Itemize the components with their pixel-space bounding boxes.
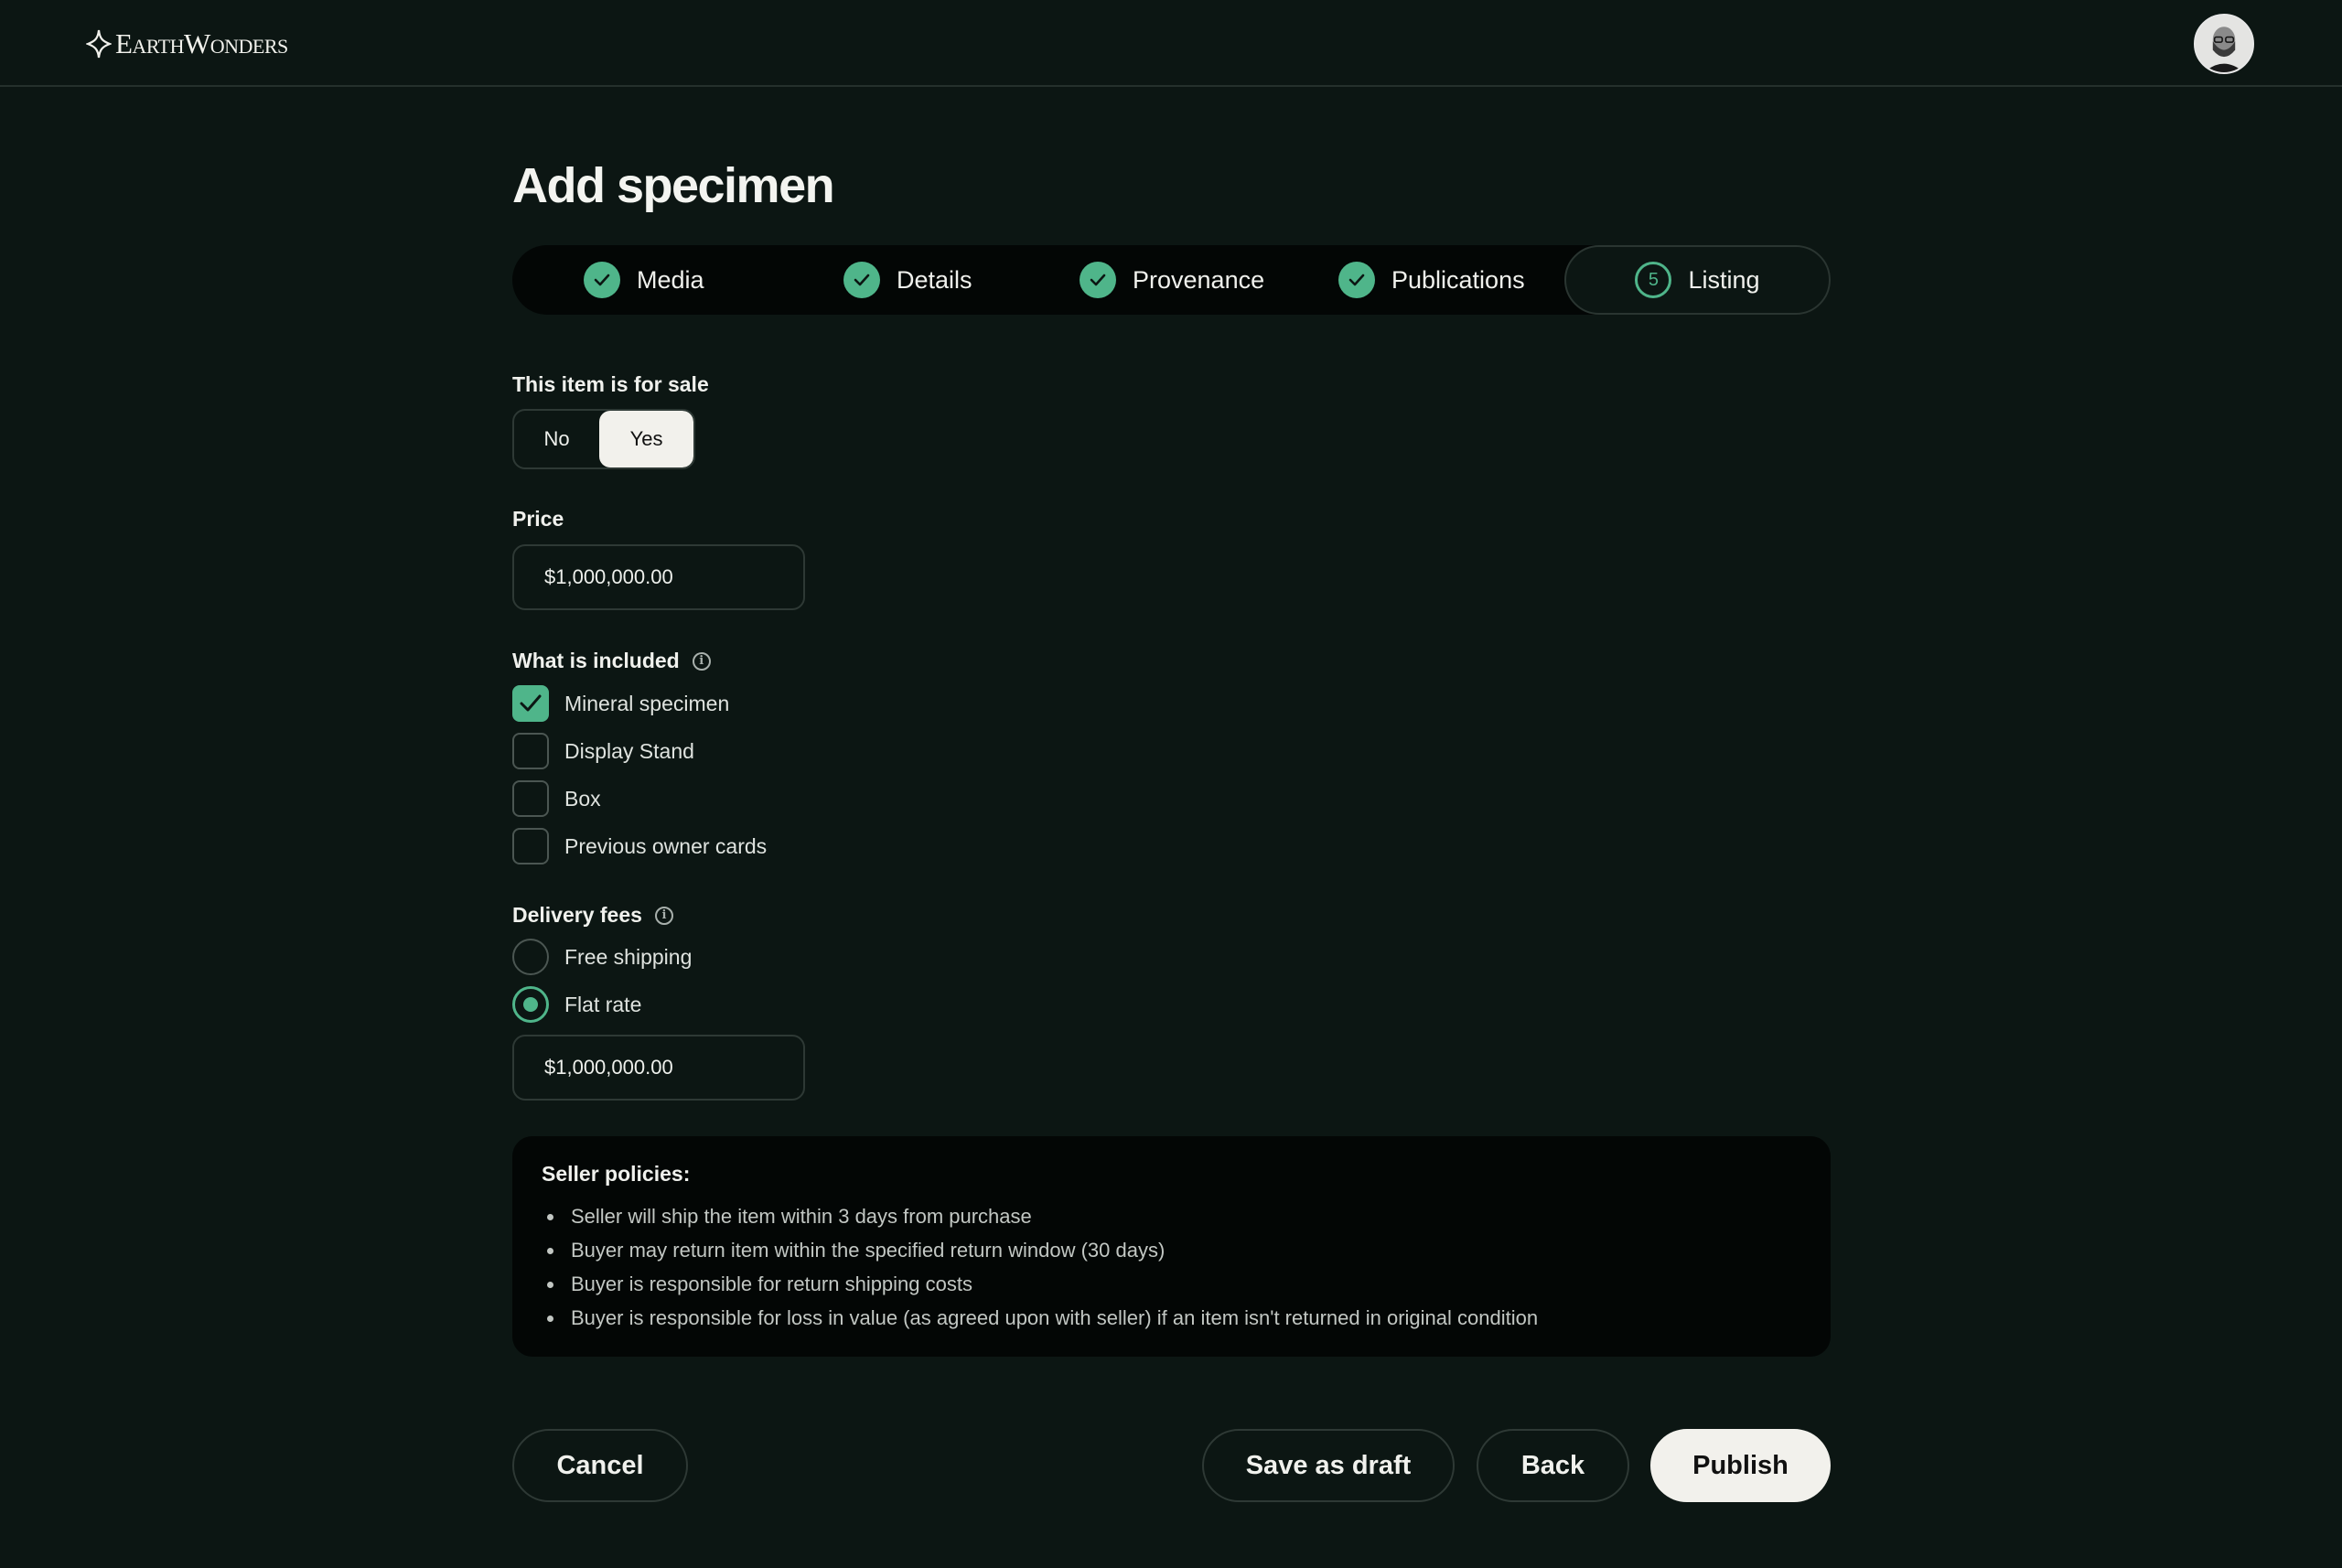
list-item: Buyer is responsible for return shipping… bbox=[542, 1267, 1801, 1301]
step-number-badge: 5 bbox=[1635, 262, 1672, 298]
check-circle-icon bbox=[843, 262, 880, 298]
flat-rate-input[interactable]: $1,000,000.00 bbox=[512, 1035, 805, 1101]
info-icon[interactable]: i bbox=[654, 906, 673, 925]
checkbox-unchecked[interactable] bbox=[512, 828, 549, 865]
checkbox-label: Mineral specimen bbox=[564, 691, 730, 715]
included-item-mineral-specimen[interactable]: Mineral specimen bbox=[512, 685, 729, 722]
sparkle-logo-icon bbox=[86, 29, 112, 59]
seller-policies-title: Seller policies: bbox=[542, 1162, 691, 1186]
delivery-label-text: Delivery fees bbox=[512, 903, 642, 927]
included-item-previous-owner-cards[interactable]: Previous owner cards bbox=[512, 828, 767, 865]
info-icon[interactable]: i bbox=[692, 651, 711, 671]
checkbox-unchecked[interactable] bbox=[512, 780, 549, 817]
price-label: Price bbox=[512, 507, 564, 532]
step-media[interactable]: Media bbox=[584, 245, 704, 315]
list-item: Seller will ship the item within 3 days … bbox=[542, 1199, 1801, 1233]
step-listing[interactable]: 5 Listing bbox=[1564, 245, 1831, 315]
stepper: Media Details Provenance Publications 5 … bbox=[512, 245, 1831, 315]
radio-selected[interactable] bbox=[512, 986, 549, 1023]
brand-logo-text: EarthWonders bbox=[115, 27, 288, 59]
for-sale-label-text: This item is for sale bbox=[512, 372, 709, 396]
price-label-text: Price bbox=[512, 507, 564, 531]
included-item-display-stand[interactable]: Display Stand bbox=[512, 733, 694, 769]
for-sale-option-yes[interactable]: Yes bbox=[599, 411, 693, 467]
step-provenance[interactable]: Provenance bbox=[1080, 245, 1264, 315]
step-label: Listing bbox=[1688, 265, 1760, 294]
check-circle-icon bbox=[584, 262, 620, 298]
included-item-box[interactable]: Box bbox=[512, 780, 601, 817]
step-label: Provenance bbox=[1133, 265, 1265, 294]
for-sale-option-no[interactable]: No bbox=[514, 411, 599, 467]
radio-unselected[interactable] bbox=[512, 939, 549, 975]
top-bar: EarthWonders bbox=[0, 0, 2342, 87]
list-item: Buyer may return item within the specifi… bbox=[542, 1233, 1801, 1267]
included-label: What is included i bbox=[512, 649, 711, 673]
step-label: Media bbox=[637, 265, 704, 294]
for-sale-label: This item is for sale bbox=[512, 372, 709, 397]
seller-policies-list: Seller will ship the item within 3 days … bbox=[542, 1199, 1801, 1335]
seller-policies-panel: Seller policies: Seller will ship the it… bbox=[512, 1136, 1831, 1357]
checkbox-label: Display Stand bbox=[564, 738, 694, 763]
step-publications[interactable]: Publications bbox=[1338, 245, 1525, 315]
page-title: Add specimen bbox=[512, 158, 835, 213]
delivery-label: Delivery fees i bbox=[512, 903, 673, 928]
step-label: Publications bbox=[1391, 265, 1525, 294]
checkbox-unchecked[interactable] bbox=[512, 733, 549, 769]
flat-rate-input-value: $1,000,000.00 bbox=[544, 1056, 673, 1079]
cancel-button[interactable]: Cancel bbox=[512, 1429, 688, 1502]
check-circle-icon bbox=[1338, 262, 1375, 298]
radio-label: Free shipping bbox=[564, 944, 693, 969]
back-button[interactable]: Back bbox=[1477, 1429, 1629, 1502]
included-label-text: What is included bbox=[512, 649, 680, 672]
delivery-option-free-shipping[interactable]: Free shipping bbox=[512, 939, 692, 975]
checkbox-checked[interactable] bbox=[512, 685, 549, 722]
brand-logo[interactable]: EarthWonders bbox=[86, 26, 288, 62]
publish-button[interactable]: Publish bbox=[1650, 1429, 1831, 1502]
for-sale-toggle: No Yes bbox=[512, 409, 695, 469]
list-item: Buyer is responsible for loss in value (… bbox=[542, 1301, 1801, 1335]
price-input[interactable]: $1,000,000.00 bbox=[512, 544, 805, 610]
user-photo-icon bbox=[2196, 16, 2252, 72]
step-label: Details bbox=[897, 265, 972, 294]
check-circle-icon bbox=[1080, 262, 1116, 298]
step-details[interactable]: Details bbox=[843, 245, 972, 315]
checkbox-label: Previous owner cards bbox=[564, 833, 768, 858]
save-draft-button[interactable]: Save as draft bbox=[1202, 1429, 1455, 1502]
avatar[interactable] bbox=[2194, 14, 2254, 74]
price-input-value: $1,000,000.00 bbox=[544, 565, 673, 588]
radio-label: Flat rate bbox=[564, 992, 642, 1016]
checkbox-label: Box bbox=[564, 786, 601, 811]
delivery-option-flat-rate[interactable]: Flat rate bbox=[512, 986, 641, 1023]
